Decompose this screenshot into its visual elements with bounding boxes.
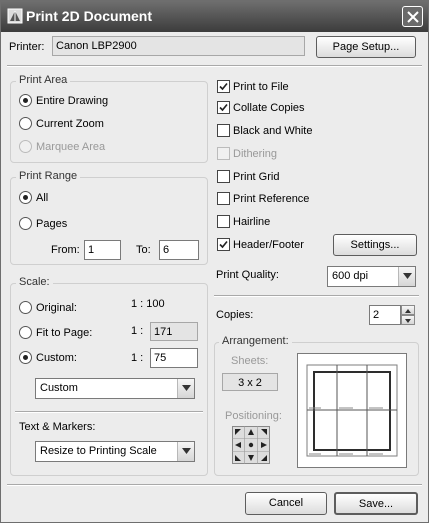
chevron-up-icon bbox=[405, 309, 411, 313]
copies-decrement[interactable] bbox=[401, 315, 415, 325]
arrangement-preview bbox=[297, 353, 407, 468]
black-and-white-checkbox[interactable] bbox=[217, 124, 230, 137]
positioning-label: Positioning: bbox=[225, 410, 282, 422]
chevron-down-icon bbox=[177, 379, 194, 398]
original-scale-label: Original: bbox=[36, 302, 77, 314]
black-and-white-label: Black and White bbox=[233, 125, 313, 137]
collate-copies-label: Collate Copies bbox=[233, 102, 305, 114]
custom-scale-prefix: 1 : bbox=[131, 352, 144, 364]
sheets-value: 3 x 2 bbox=[222, 373, 278, 391]
dithering-label: Dithering bbox=[233, 148, 278, 160]
scale-title: Scale: bbox=[16, 276, 53, 289]
copies-label: Copies: bbox=[216, 309, 254, 321]
to-page-input[interactable]: 6 bbox=[159, 240, 199, 260]
arrangement-title: Arrangement: bbox=[219, 335, 292, 348]
collate-copies-checkbox[interactable] bbox=[217, 101, 230, 114]
chevron-down-icon bbox=[177, 442, 194, 461]
entire-drawing-label: Entire Drawing bbox=[36, 95, 109, 107]
print-to-file-label: Print to File bbox=[233, 81, 289, 93]
divider bbox=[7, 65, 422, 67]
hairline-label: Hairline bbox=[233, 216, 271, 228]
window-title: Print 2D Document bbox=[26, 8, 153, 24]
copies-input[interactable]: 2 bbox=[369, 305, 401, 325]
hairline-checkbox[interactable] bbox=[217, 215, 230, 228]
all-pages-label: All bbox=[36, 192, 49, 204]
positioning-arrows-icon bbox=[232, 426, 270, 464]
fit-to-page-label: Fit to Page: bbox=[36, 327, 93, 339]
custom-scale-select[interactable]: Custom bbox=[35, 378, 195, 399]
print-2d-document-dialog: Print 2D Document Printer: Canon LBP2900… bbox=[0, 0, 429, 523]
to-label: To: bbox=[136, 244, 151, 256]
custom-scale-radio[interactable] bbox=[19, 351, 32, 364]
printer-name-field: Canon LBP2900 bbox=[52, 36, 305, 56]
page-range-label: Pages bbox=[36, 218, 68, 230]
printer-label: Printer: bbox=[9, 41, 45, 53]
print-grid-label: Print Grid bbox=[233, 171, 280, 183]
custom-scale-label: Custom: bbox=[36, 352, 77, 364]
custom-scale-select-value: Custom bbox=[40, 382, 78, 394]
original-scale-radio[interactable] bbox=[19, 301, 32, 314]
footer-divider bbox=[7, 484, 422, 486]
fit-scale-field: 171 bbox=[150, 322, 198, 341]
sheets-label: Sheets: bbox=[231, 355, 269, 367]
fit-to-page-radio[interactable] bbox=[19, 326, 32, 339]
print-to-file-checkbox[interactable] bbox=[217, 80, 230, 93]
from-page-input[interactable]: 1 bbox=[84, 240, 121, 260]
settings-button[interactable]: Settings... bbox=[333, 234, 417, 256]
quality-divider bbox=[214, 295, 419, 297]
from-label: From: bbox=[51, 244, 80, 256]
entire-drawing-radio[interactable] bbox=[19, 94, 32, 107]
scale-divider bbox=[15, 411, 203, 413]
header-footer-label: Header/Footer bbox=[233, 239, 304, 251]
print-range-title: Print Range bbox=[16, 170, 81, 183]
custom-scale-input[interactable]: 75 bbox=[150, 348, 198, 368]
text-markers-select-value: Resize to Printing Scale bbox=[40, 445, 157, 457]
sheet-layout-preview bbox=[297, 353, 407, 468]
text-markers-label: Text & Markers: bbox=[19, 421, 96, 433]
page-range-radio[interactable] bbox=[19, 217, 32, 230]
save-button[interactable]: Save... bbox=[334, 492, 418, 515]
page-setup-button[interactable]: Page Setup... bbox=[316, 36, 416, 58]
print-quality-select-value: 600 dpi bbox=[332, 270, 369, 282]
copies-increment[interactable] bbox=[401, 305, 415, 315]
current-zoom-radio[interactable] bbox=[19, 117, 32, 130]
print-quality-select[interactable]: 600 dpi bbox=[327, 266, 416, 287]
close-button[interactable] bbox=[402, 6, 423, 27]
print-grid-checkbox[interactable] bbox=[217, 170, 230, 183]
header-footer-checkbox[interactable] bbox=[217, 238, 230, 251]
cancel-button[interactable]: Cancel bbox=[245, 492, 327, 515]
print-reference-checkbox[interactable] bbox=[217, 192, 230, 205]
marquee-area-label: Marquee Area bbox=[36, 141, 106, 153]
print-area-title: Print Area bbox=[16, 74, 71, 87]
marquee-area-radio bbox=[19, 140, 32, 153]
dithering-checkbox bbox=[217, 147, 230, 160]
chevron-down-icon bbox=[405, 319, 411, 323]
chevron-down-icon bbox=[398, 267, 415, 286]
current-zoom-label: Current Zoom bbox=[36, 118, 104, 130]
close-icon bbox=[407, 11, 419, 23]
all-pages-radio[interactable] bbox=[19, 191, 32, 204]
text-markers-select[interactable]: Resize to Printing Scale bbox=[35, 441, 195, 462]
title-bar[interactable]: Print 2D Document bbox=[1, 1, 428, 32]
original-scale-value: 1 : 100 bbox=[131, 298, 165, 310]
print-app-icon bbox=[7, 8, 23, 24]
print-reference-label: Print Reference bbox=[233, 193, 310, 205]
print-quality-label: Print Quality: bbox=[216, 269, 279, 281]
fit-scale-prefix: 1 : bbox=[131, 325, 144, 337]
positioning-grid[interactable] bbox=[232, 426, 270, 464]
